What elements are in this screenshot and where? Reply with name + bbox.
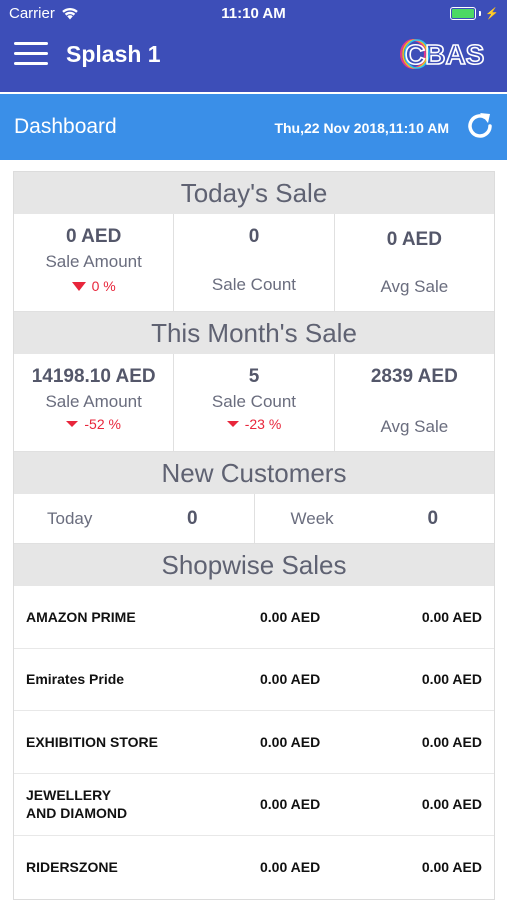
shop-value-2: 0.00 AED <box>421 859 482 876</box>
shop-name: JEWELLERY AND DIAMOND <box>26 787 128 822</box>
cbas-logo: CBAS <box>400 38 485 71</box>
dashboard-datetime: Thu,22 Nov 2018,11:10 AM <box>274 120 449 136</box>
shop-row[interactable]: AMAZON PRIME 0.00 AED 0.00 AED <box>14 586 494 649</box>
status-time: 11:10 AM <box>221 5 286 22</box>
month-sale-amount: 14198.10 AED Sale Amount -52 % <box>14 354 175 451</box>
today-sale-amount-label: Sale Amount <box>45 252 142 271</box>
shop-value-1: 0.00 AED <box>260 671 321 688</box>
down-triangle-icon <box>71 281 86 291</box>
month-sale-count-change: -23 % <box>174 416 333 432</box>
shop-value-1: 0.00 AED <box>260 733 321 750</box>
down-triangle-icon <box>226 421 239 427</box>
customers-today-label: Today <box>47 509 93 528</box>
shop-value-2: 0.00 AED <box>421 796 482 813</box>
month-sale-row: 14198.10 AED Sale Amount -52 % 5 Sale Co… <box>14 354 494 452</box>
month-sale-header: This Month's Sale <box>14 312 494 354</box>
month-sale-count-change-text: -23 % <box>244 416 282 432</box>
customers-today: Today 0 <box>14 494 255 543</box>
shop-row[interactable]: EXHIBITION STORE 0.00 AED 0.00 AED <box>14 711 494 774</box>
battery-icon: ⚡ <box>450 7 499 20</box>
shop-name: RIDERSZONE <box>26 859 118 876</box>
shopwise-sales-header: Shopwise Sales <box>14 544 494 586</box>
status-bar: Carrier 11:10 AM ⚡ <box>0 0 507 28</box>
today-sale-count-value: 0 <box>248 226 260 247</box>
dashboard-card: Today's Sale 0 AED Sale Amount 0 % 0 Sal… <box>13 171 495 900</box>
shop-name: EXHIBITION STORE <box>26 733 158 750</box>
shopwise-list: AMAZON PRIME 0.00 AED 0.00 AED Emirates … <box>14 586 494 899</box>
shop-value-1: 0.00 AED <box>260 608 321 625</box>
month-sale-count-label: Sale Count <box>211 392 297 411</box>
customers-week-label: Week <box>290 509 334 528</box>
today-sale-amount-value: 0 AED <box>66 226 122 247</box>
month-avg-sale-label: Avg Sale <box>380 417 449 436</box>
new-customers-row: Today 0 Week 0 <box>14 494 494 544</box>
today-avg-sale-value: 0 AED <box>386 229 442 250</box>
nav-title: Splash 1 <box>66 41 161 67</box>
today-avg-sale-label: Avg Sale <box>380 277 449 296</box>
today-sale-count: 0 Sale Count <box>174 214 335 311</box>
shop-value-2: 0.00 AED <box>421 608 482 625</box>
shop-value-1: 0.00 AED <box>260 796 321 813</box>
month-avg-sale: 2839 AED Avg Sale <box>335 354 494 451</box>
month-sale-amount-label: Sale Amount <box>45 392 142 411</box>
month-sale-amount-change-text: -52 % <box>84 416 121 432</box>
todays-sale-header: Today's Sale <box>14 172 494 214</box>
nav-bar: Splash 1 CBAS <box>0 28 507 92</box>
shop-row[interactable]: Emirates Pride 0.00 AED 0.00 AED <box>14 649 494 711</box>
customers-week: Week 0 <box>255 494 495 543</box>
hamburger-icon[interactable] <box>14 42 48 70</box>
shop-row[interactable]: RIDERSZONE 0.00 AED 0.00 AED <box>14 836 494 899</box>
month-sale-amount-value: 14198.10 AED <box>31 366 156 387</box>
refresh-icon[interactable] <box>463 109 497 143</box>
svg-text:CBAS: CBAS <box>405 39 484 70</box>
month-sale-count-value: 5 <box>248 366 260 387</box>
charging-icon: ⚡ <box>485 8 499 20</box>
month-sale-count: 5 Sale Count -23 % <box>174 354 335 451</box>
today-sale-amount: 0 AED Sale Amount 0 % <box>14 214 175 311</box>
customers-today-value: 0 <box>187 508 198 529</box>
dashboard-bar: Dashboard Thu,22 Nov 2018,11:10 AM <box>0 94 507 160</box>
today-sale-amount-change: 0 % <box>14 278 173 294</box>
today-avg-sale: 0 AED Avg Sale <box>335 214 494 311</box>
customers-week-value: 0 <box>427 508 439 529</box>
month-sale-amount-change: -52 % <box>14 416 173 432</box>
shop-row[interactable]: JEWELLERY AND DIAMOND 0.00 AED 0.00 AED <box>14 774 494 836</box>
today-sale-amount-change-text: 0 % <box>91 278 116 294</box>
todays-sale-row: 0 AED Sale Amount 0 % 0 Sale Count 0 AED… <box>14 214 494 312</box>
shop-name: AMAZON PRIME <box>26 608 136 625</box>
dashboard-title: Dashboard <box>14 115 117 138</box>
shop-value-2: 0.00 AED <box>421 733 482 750</box>
new-customers-header: New Customers <box>14 452 494 494</box>
month-avg-sale-value: 2839 AED <box>370 366 458 387</box>
shop-name: Emirates Pride <box>26 671 125 688</box>
shop-value-2: 0.00 AED <box>421 671 482 688</box>
today-sale-count-label: Sale Count <box>211 275 297 294</box>
down-triangle-icon <box>66 421 79 427</box>
shop-value-1: 0.00 AED <box>260 859 321 876</box>
